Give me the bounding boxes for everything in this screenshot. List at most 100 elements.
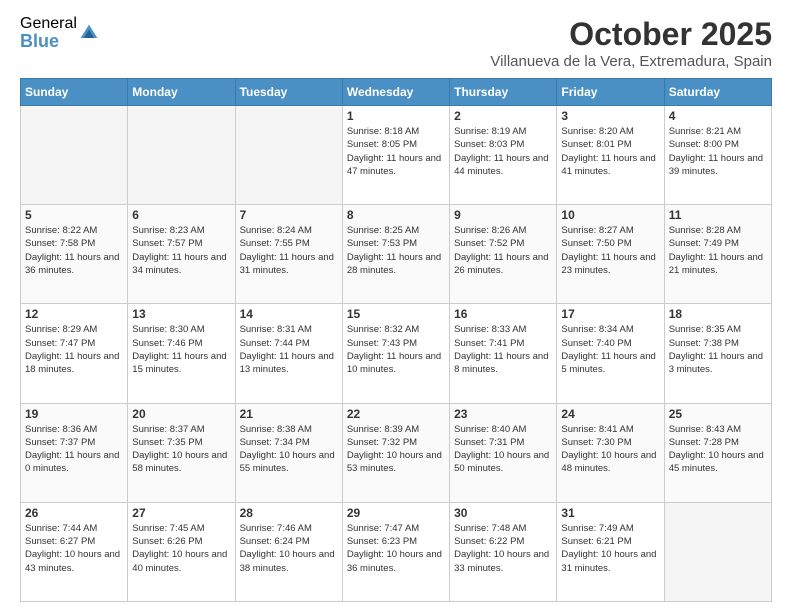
day-number: 24 — [561, 407, 659, 421]
calendar-cell: 29 Sunrise: 7:47 AM Sunset: 6:23 PM Dayli… — [342, 502, 449, 601]
header: General Blue October 2025 Villanueva de … — [20, 16, 772, 70]
calendar-cell: 13 Sunrise: 8:30 AM Sunset: 7:46 PM Dayli… — [128, 304, 235, 403]
calendar-week-5: 26Sunrise: 7:44 AM Sunset: 6:27 PM Dayli… — [21, 502, 772, 601]
calendar-cell: 14 Sunrise: 8:31 AM Sunset: 7:44 PM Dayli… — [235, 304, 342, 403]
day-number: 30 — [454, 506, 552, 520]
calendar-cell — [128, 106, 235, 205]
logo: General Blue — [20, 16, 99, 50]
calendar-cell: 9 Sunrise: 8:26 AM Sunset: 7:52 PM Daylig… — [450, 205, 557, 304]
day-number: 4 — [669, 109, 767, 123]
day-number: 2 — [454, 109, 552, 123]
day-info: Sunrise: 8:20 AM Sunset: 8:01 PM Dayligh… — [561, 125, 659, 178]
calendar-cell — [21, 106, 128, 205]
calendar-cell — [664, 502, 771, 601]
day-info: Sunrise: 8:38 AM Sunset: 7:34 PM Dayligh… — [240, 423, 338, 476]
day-info: Sunrise: 8:31 AM Sunset: 7:44 PM Dayligh… — [240, 323, 338, 376]
calendar-table: SundayMondayTuesdayWednesdayThursdayFrid… — [20, 78, 772, 602]
calendar-header-saturday: Saturday — [664, 79, 771, 106]
calendar-cell: 10 Sunrise: 8:27 AM Sunset: 7:50 PM Dayli… — [557, 205, 664, 304]
day-number: 12 — [25, 307, 123, 321]
calendar-cell — [235, 106, 342, 205]
logo-icon — [79, 23, 99, 43]
calendar-cell: 1 Sunrise: 8:18 AM Sunset: 8:05 PM Daylig… — [342, 106, 449, 205]
day-number: 7 — [240, 208, 338, 222]
calendar-week-2: 5Sunrise: 8:22 AM Sunset: 7:58 PM Daylig… — [21, 205, 772, 304]
day-info: Sunrise: 8:32 AM Sunset: 7:43 PM Dayligh… — [347, 323, 445, 376]
day-number: 10 — [561, 208, 659, 222]
calendar-cell: 15 Sunrise: 8:32 AM Sunset: 7:43 PM Dayli… — [342, 304, 449, 403]
calendar-header-row: SundayMondayTuesdayWednesdayThursdayFrid… — [21, 79, 772, 106]
calendar-header-thursday: Thursday — [450, 79, 557, 106]
calendar-cell: 5Sunrise: 8:22 AM Sunset: 7:58 PM Daylig… — [21, 205, 128, 304]
day-info: Sunrise: 8:30 AM Sunset: 7:46 PM Dayligh… — [132, 323, 230, 376]
calendar-cell: 18Sunrise: 8:35 AM Sunset: 7:38 PM Dayli… — [664, 304, 771, 403]
day-number: 19 — [25, 407, 123, 421]
day-number: 6 — [132, 208, 230, 222]
day-info: Sunrise: 8:18 AM Sunset: 8:05 PM Dayligh… — [347, 125, 445, 178]
calendar-cell: 31 Sunrise: 7:49 AM Sunset: 6:21 PM Dayli… — [557, 502, 664, 601]
logo-blue: Blue — [20, 32, 77, 50]
day-number: 29 — [347, 506, 445, 520]
day-number: 23 — [454, 407, 552, 421]
calendar-cell: 8Sunrise: 8:25 AM Sunset: 7:53 PM Daylig… — [342, 205, 449, 304]
day-number: 20 — [132, 407, 230, 421]
calendar-cell: 28Sunrise: 7:46 AM Sunset: 6:24 PM Dayli… — [235, 502, 342, 601]
calendar-cell: 27Sunrise: 7:45 AM Sunset: 6:26 PM Dayli… — [128, 502, 235, 601]
day-info: Sunrise: 7:47 AM Sunset: 6:23 PM Dayligh… — [347, 522, 445, 575]
day-info: Sunrise: 8:21 AM Sunset: 8:00 PM Dayligh… — [669, 125, 767, 178]
calendar-cell: 4 Sunrise: 8:21 AM Sunset: 8:00 PM Daylig… — [664, 106, 771, 205]
day-info: Sunrise: 8:37 AM Sunset: 7:35 PM Dayligh… — [132, 423, 230, 476]
calendar-cell: 20 Sunrise: 8:37 AM Sunset: 7:35 PM Dayli… — [128, 403, 235, 502]
day-info: Sunrise: 8:29 AM Sunset: 7:47 PM Dayligh… — [25, 323, 123, 376]
calendar-week-4: 19 Sunrise: 8:36 AM Sunset: 7:37 PM Dayli… — [21, 403, 772, 502]
day-info: Sunrise: 7:46 AM Sunset: 6:24 PM Dayligh… — [240, 522, 338, 575]
calendar-header-tuesday: Tuesday — [235, 79, 342, 106]
day-info: Sunrise: 8:27 AM Sunset: 7:50 PM Dayligh… — [561, 224, 659, 277]
day-info: Sunrise: 8:19 AM Sunset: 8:03 PM Dayligh… — [454, 125, 552, 178]
day-number: 9 — [454, 208, 552, 222]
calendar-week-3: 12 Sunrise: 8:29 AM Sunset: 7:47 PM Dayli… — [21, 304, 772, 403]
day-info: Sunrise: 8:28 AM Sunset: 7:49 PM Dayligh… — [669, 224, 767, 277]
day-number: 25 — [669, 407, 767, 421]
calendar-cell: 24 Sunrise: 8:41 AM Sunset: 7:30 PM Dayli… — [557, 403, 664, 502]
calendar-header-friday: Friday — [557, 79, 664, 106]
day-number: 21 — [240, 407, 338, 421]
day-number: 16 — [454, 307, 552, 321]
logo-text: General Blue — [20, 16, 77, 50]
day-number: 22 — [347, 407, 445, 421]
calendar-cell: 19 Sunrise: 8:36 AM Sunset: 7:37 PM Dayli… — [21, 403, 128, 502]
day-number: 15 — [347, 307, 445, 321]
day-info: Sunrise: 7:48 AM Sunset: 6:22 PM Dayligh… — [454, 522, 552, 575]
page: General Blue October 2025 Villanueva de … — [0, 0, 792, 612]
day-number: 14 — [240, 307, 338, 321]
day-info: Sunrise: 7:49 AM Sunset: 6:21 PM Dayligh… — [561, 522, 659, 575]
day-number: 31 — [561, 506, 659, 520]
day-number: 11 — [669, 208, 767, 222]
calendar-cell: 16 Sunrise: 8:33 AM Sunset: 7:41 PM Dayli… — [450, 304, 557, 403]
calendar-header-sunday: Sunday — [21, 79, 128, 106]
day-info: Sunrise: 7:44 AM Sunset: 6:27 PM Dayligh… — [25, 522, 123, 575]
logo-general: General — [20, 16, 77, 32]
day-number: 13 — [132, 307, 230, 321]
day-info: Sunrise: 8:39 AM Sunset: 7:32 PM Dayligh… — [347, 423, 445, 476]
calendar-cell: 30 Sunrise: 7:48 AM Sunset: 6:22 PM Dayli… — [450, 502, 557, 601]
calendar-cell: 26Sunrise: 7:44 AM Sunset: 6:27 PM Dayli… — [21, 502, 128, 601]
calendar-header-monday: Monday — [128, 79, 235, 106]
day-number: 1 — [347, 109, 445, 123]
day-info: Sunrise: 8:22 AM Sunset: 7:58 PM Dayligh… — [25, 224, 123, 277]
day-info: Sunrise: 8:33 AM Sunset: 7:41 PM Dayligh… — [454, 323, 552, 376]
day-info: Sunrise: 8:36 AM Sunset: 7:37 PM Dayligh… — [25, 423, 123, 476]
calendar-header-wednesday: Wednesday — [342, 79, 449, 106]
calendar-week-1: 1 Sunrise: 8:18 AM Sunset: 8:05 PM Daylig… — [21, 106, 772, 205]
day-info: Sunrise: 8:41 AM Sunset: 7:30 PM Dayligh… — [561, 423, 659, 476]
day-number: 8 — [347, 208, 445, 222]
calendar-cell: 23 Sunrise: 8:40 AM Sunset: 7:31 PM Dayli… — [450, 403, 557, 502]
location: Villanueva de la Vera, Extremadura, Spai… — [490, 53, 772, 70]
day-info: Sunrise: 8:40 AM Sunset: 7:31 PM Dayligh… — [454, 423, 552, 476]
day-info: Sunrise: 8:26 AM Sunset: 7:52 PM Dayligh… — [454, 224, 552, 277]
calendar-cell: 25Sunrise: 8:43 AM Sunset: 7:28 PM Dayli… — [664, 403, 771, 502]
calendar-body: 1 Sunrise: 8:18 AM Sunset: 8:05 PM Daylig… — [21, 106, 772, 602]
calendar-cell: 2 Sunrise: 8:19 AM Sunset: 8:03 PM Daylig… — [450, 106, 557, 205]
calendar-cell: 7Sunrise: 8:24 AM Sunset: 7:55 PM Daylig… — [235, 205, 342, 304]
calendar-cell: 6Sunrise: 8:23 AM Sunset: 7:57 PM Daylig… — [128, 205, 235, 304]
